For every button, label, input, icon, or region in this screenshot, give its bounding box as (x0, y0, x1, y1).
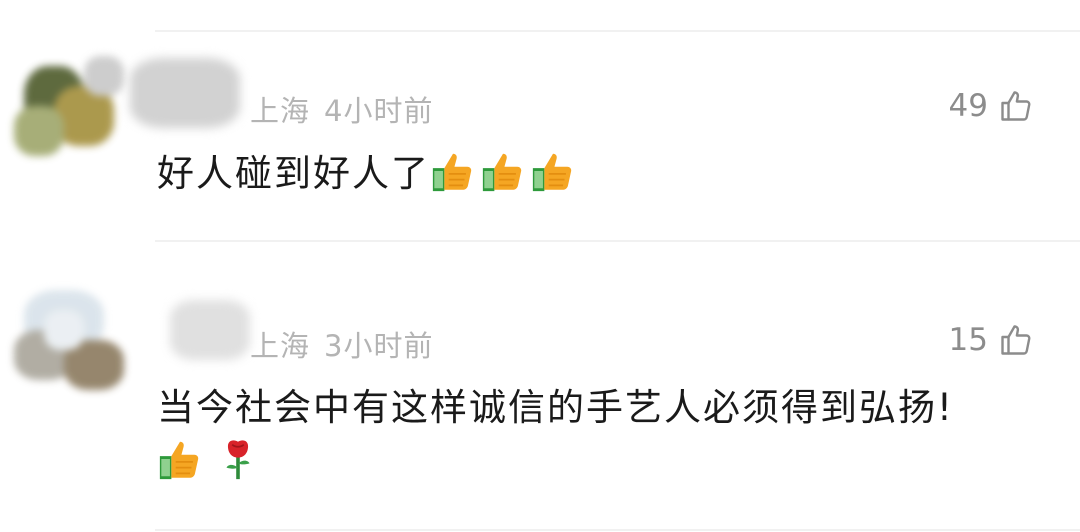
comment-emoji-row (157, 436, 265, 488)
like-count: 15 (948, 322, 988, 358)
time-label: 3小时前 (324, 329, 434, 363)
comment-meta: 上海 4小时前 (250, 88, 433, 130)
avatar[interactable] (14, 280, 132, 398)
comment-meta: 上海 3小时前 (250, 323, 433, 365)
comment-text: 好人碰到好人了 (157, 152, 430, 195)
thumbs-up-icon (530, 148, 576, 194)
location-label: 上海 (250, 94, 311, 128)
username-blurred[interactable] (170, 300, 250, 360)
comment-text-row: 当今社会中有这样诚信的手艺人必须得到弘扬! (157, 382, 1037, 434)
location-label: 上海 (250, 329, 311, 363)
username-blurred[interactable] (130, 58, 240, 128)
like-icon (998, 88, 1034, 124)
like-count: 49 (948, 88, 988, 124)
divider-middle (155, 240, 1080, 242)
rose-icon (215, 436, 261, 482)
thumbs-up-icon (430, 148, 476, 194)
thumbs-up-icon (480, 148, 526, 194)
comment-text-row: 好人碰到好人了 (157, 148, 580, 200)
avatar[interactable] (14, 46, 132, 164)
like-icon (998, 322, 1034, 358)
like-button[interactable]: 49 (949, 88, 1034, 124)
divider-top (155, 30, 1080, 32)
comment-text: 当今社会中有这样诚信的手艺人必须得到弘扬! (157, 386, 954, 429)
like-button[interactable]: 15 (949, 322, 1034, 358)
divider-bottom (155, 529, 1080, 531)
time-label: 4小时前 (324, 94, 434, 128)
thumbs-up-icon (157, 436, 203, 482)
